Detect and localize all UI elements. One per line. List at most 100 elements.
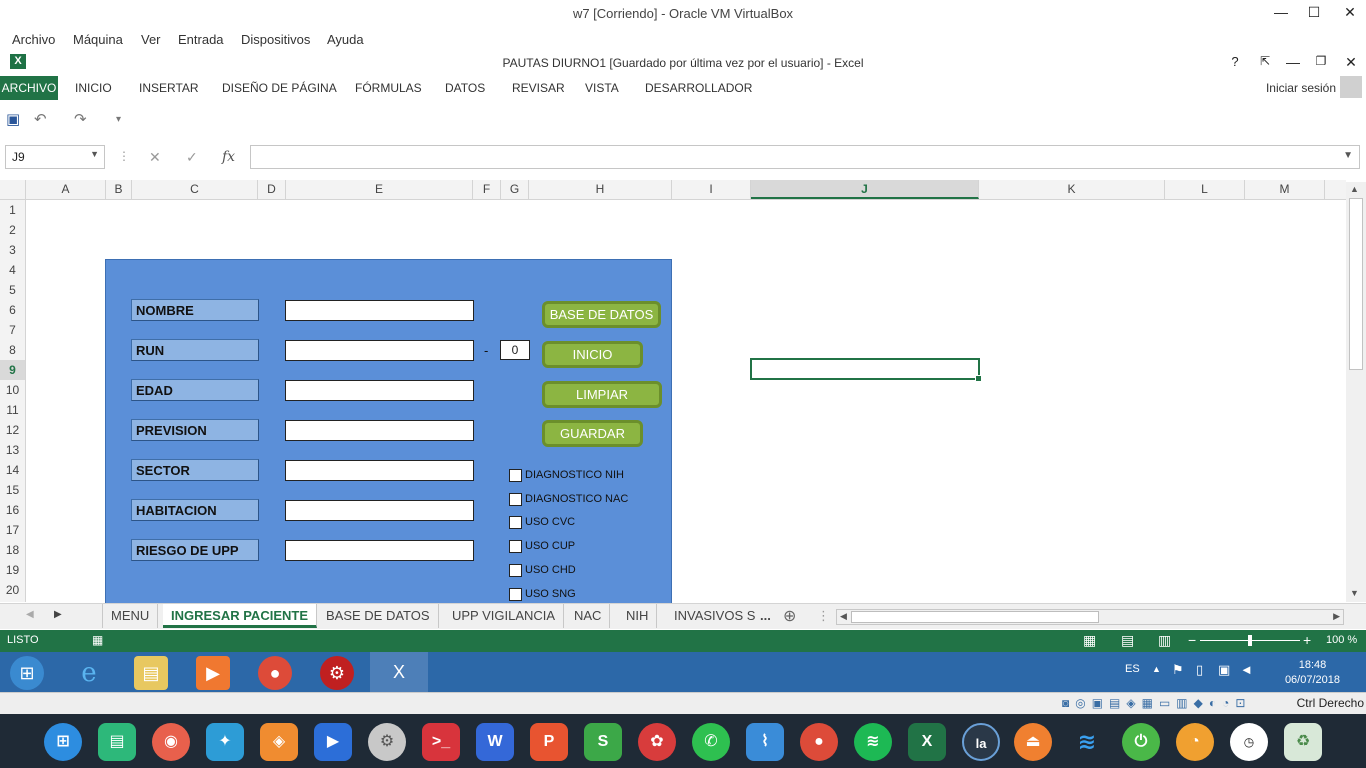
app-icon[interactable]: ⚙ — [320, 656, 354, 690]
row-header[interactable]: 2 — [0, 220, 25, 240]
network-icon[interactable]: ▣ — [1218, 662, 1230, 678]
row-header[interactable]: 4 — [0, 260, 25, 280]
row-header[interactable]: 19 — [0, 560, 25, 580]
monitor-icon[interactable]: ⌇ — [746, 723, 784, 761]
hscroll-right-icon[interactable]: ▶ — [1333, 611, 1340, 622]
zoom-in-icon[interactable]: + — [1303, 632, 1311, 648]
hscroll-left-icon[interactable]: ◀ — [840, 611, 847, 622]
ribbon-display-icon[interactable]: ⇱ — [1254, 54, 1276, 74]
vbox-device-icons[interactable]: ◙◎▣▤◈▦▭▥◆◐◔⊡ — [1062, 696, 1251, 710]
row-header[interactable]: 6 — [0, 300, 25, 320]
la-app-icon[interactable]: la — [962, 723, 1000, 761]
guardar-button[interactable]: GUARDAR — [542, 420, 643, 447]
page-break-view-icon[interactable]: ▥ — [1158, 632, 1171, 649]
shop-icon[interactable]: ◈ — [260, 723, 298, 761]
tab-scroll-right-icon[interactable]: ▶ — [54, 609, 62, 620]
timer-icon[interactable]: ◔ — [1176, 723, 1214, 761]
column-header[interactable]: I — [672, 180, 751, 199]
zoom-level[interactable]: 100 % — [1326, 634, 1357, 646]
menu-entrada[interactable]: Entrada — [178, 32, 224, 47]
checkbox-box[interactable] — [509, 540, 522, 553]
sheet-tab-invasivos[interactable]: INVASIVOS S — [666, 604, 763, 628]
tab-insertar[interactable]: INSERTAR — [139, 76, 199, 100]
avatar[interactable] — [1340, 76, 1362, 98]
menu-dispositivos[interactable]: Dispositivos — [241, 32, 310, 47]
chrome-icon[interactable]: ● — [258, 656, 292, 690]
undo-icon[interactable]: ↶ — [34, 110, 47, 128]
row-header[interactable]: 1 — [0, 200, 25, 220]
checkbox-box[interactable] — [509, 588, 522, 601]
eject-icon[interactable]: ⏏ — [1014, 723, 1052, 761]
column-header[interactable]: E — [286, 180, 473, 199]
spotify-icon[interactable]: ≋ — [854, 723, 892, 761]
column-header[interactable]: C — [132, 180, 258, 199]
wifi-icon[interactable]: ≋ — [1068, 723, 1106, 761]
row-header[interactable]: 13 — [0, 440, 25, 460]
internet-explorer-icon[interactable]: e — [72, 656, 106, 690]
formula-input[interactable]: ▼ — [250, 145, 1360, 169]
presentation-icon[interactable]: P — [530, 723, 568, 761]
flag-icon[interactable]: ⚑ — [1172, 662, 1184, 678]
macro-record-icon[interactable]: ▦ — [92, 633, 103, 647]
excel-minimize-icon[interactable]: — — [1282, 54, 1304, 74]
column-header[interactable]: K — [979, 180, 1165, 199]
tab-datos[interactable]: DATOS — [445, 76, 485, 100]
page-layout-view-icon[interactable]: ▤ — [1121, 632, 1134, 649]
run-input[interactable] — [285, 340, 474, 361]
tab-revisar[interactable]: REVISAR — [512, 76, 565, 100]
column-header[interactable]: M — [1245, 180, 1325, 199]
spreadsheet-icon[interactable]: S — [584, 723, 622, 761]
file-manager-icon[interactable]: ▤ — [98, 723, 136, 761]
row-header[interactable]: 12 — [0, 420, 25, 440]
excel-dock-icon[interactable]: X — [908, 723, 946, 761]
nombre-input[interactable] — [285, 300, 474, 321]
column-header[interactable]: H — [529, 180, 672, 199]
sheet-tab-ingresar-paciente[interactable]: INGRESAR PACIENTE — [163, 604, 317, 628]
row-header[interactable]: 20 — [0, 580, 25, 600]
help-icon[interactable]: ? — [1224, 54, 1246, 74]
row-header[interactable]: 15 — [0, 480, 25, 500]
horizontal-scrollbar[interactable]: ◀ ▶ — [836, 609, 1344, 625]
start-button-icon[interactable]: ⊞ — [10, 656, 44, 690]
row-header[interactable]: 8 — [0, 340, 25, 360]
more-sheets-icon[interactable]: ... — [760, 608, 771, 623]
active-cell[interactable] — [750, 358, 982, 382]
column-header[interactable]: F — [473, 180, 501, 199]
menu-ver[interactable]: Ver — [141, 32, 161, 47]
add-sheet-icon[interactable]: ⊕ — [783, 606, 796, 626]
menu-archivo[interactable]: Archivo — [12, 32, 55, 47]
store-icon[interactable]: ✦ — [206, 723, 244, 761]
column-header-selected[interactable]: J — [751, 180, 979, 199]
scroll-thumb[interactable] — [1349, 198, 1363, 370]
tab-inicio[interactable]: INICIO — [75, 76, 112, 100]
column-header[interactable]: B — [106, 180, 132, 199]
tab-formulas[interactable]: FÓRMULAS — [355, 76, 422, 100]
writer-icon[interactable]: W — [476, 723, 514, 761]
row-header[interactable]: 10 — [0, 380, 25, 400]
column-header[interactable]: D — [258, 180, 286, 199]
habitacion-input[interactable] — [285, 500, 474, 521]
whatsapp-icon[interactable]: ✆ — [692, 723, 730, 761]
menu-maquina[interactable]: Máquina — [73, 32, 123, 47]
sheet-tab-base-de-datos[interactable]: BASE DE DATOS — [318, 604, 439, 628]
hscroll-thumb[interactable] — [851, 611, 1099, 623]
select-all-corner[interactable] — [0, 180, 26, 199]
launcher-icon[interactable]: ⊞ — [44, 723, 82, 761]
sheet-tab-nih[interactable]: NIH — [618, 604, 658, 628]
edad-input[interactable] — [285, 380, 474, 401]
excel-close-icon[interactable]: ✕ — [1340, 54, 1362, 74]
column-header[interactable]: L — [1165, 180, 1245, 199]
popcorn-icon[interactable]: ✿ — [638, 723, 676, 761]
zoom-out-icon[interactable]: − — [1188, 632, 1196, 648]
limpiar-button[interactable]: LIMPIAR — [542, 381, 662, 408]
clock[interactable]: 18:48 06/07/2018 — [1285, 658, 1340, 688]
expand-formula-icon[interactable]: ▼ — [1343, 150, 1353, 161]
column-header[interactable]: G — [501, 180, 529, 199]
volume-icon[interactable]: ◄ — [1240, 662, 1253, 677]
terminal-icon[interactable]: >_ — [422, 723, 460, 761]
tab-vista[interactable]: VISTA — [585, 76, 619, 100]
cancel-icon[interactable]: ✕ — [149, 149, 161, 166]
redo-icon[interactable]: ↷ — [74, 110, 87, 128]
tab-scroll-left-icon[interactable]: ◀ — [26, 609, 34, 620]
insert-function-icon[interactable]: fx — [222, 149, 235, 165]
